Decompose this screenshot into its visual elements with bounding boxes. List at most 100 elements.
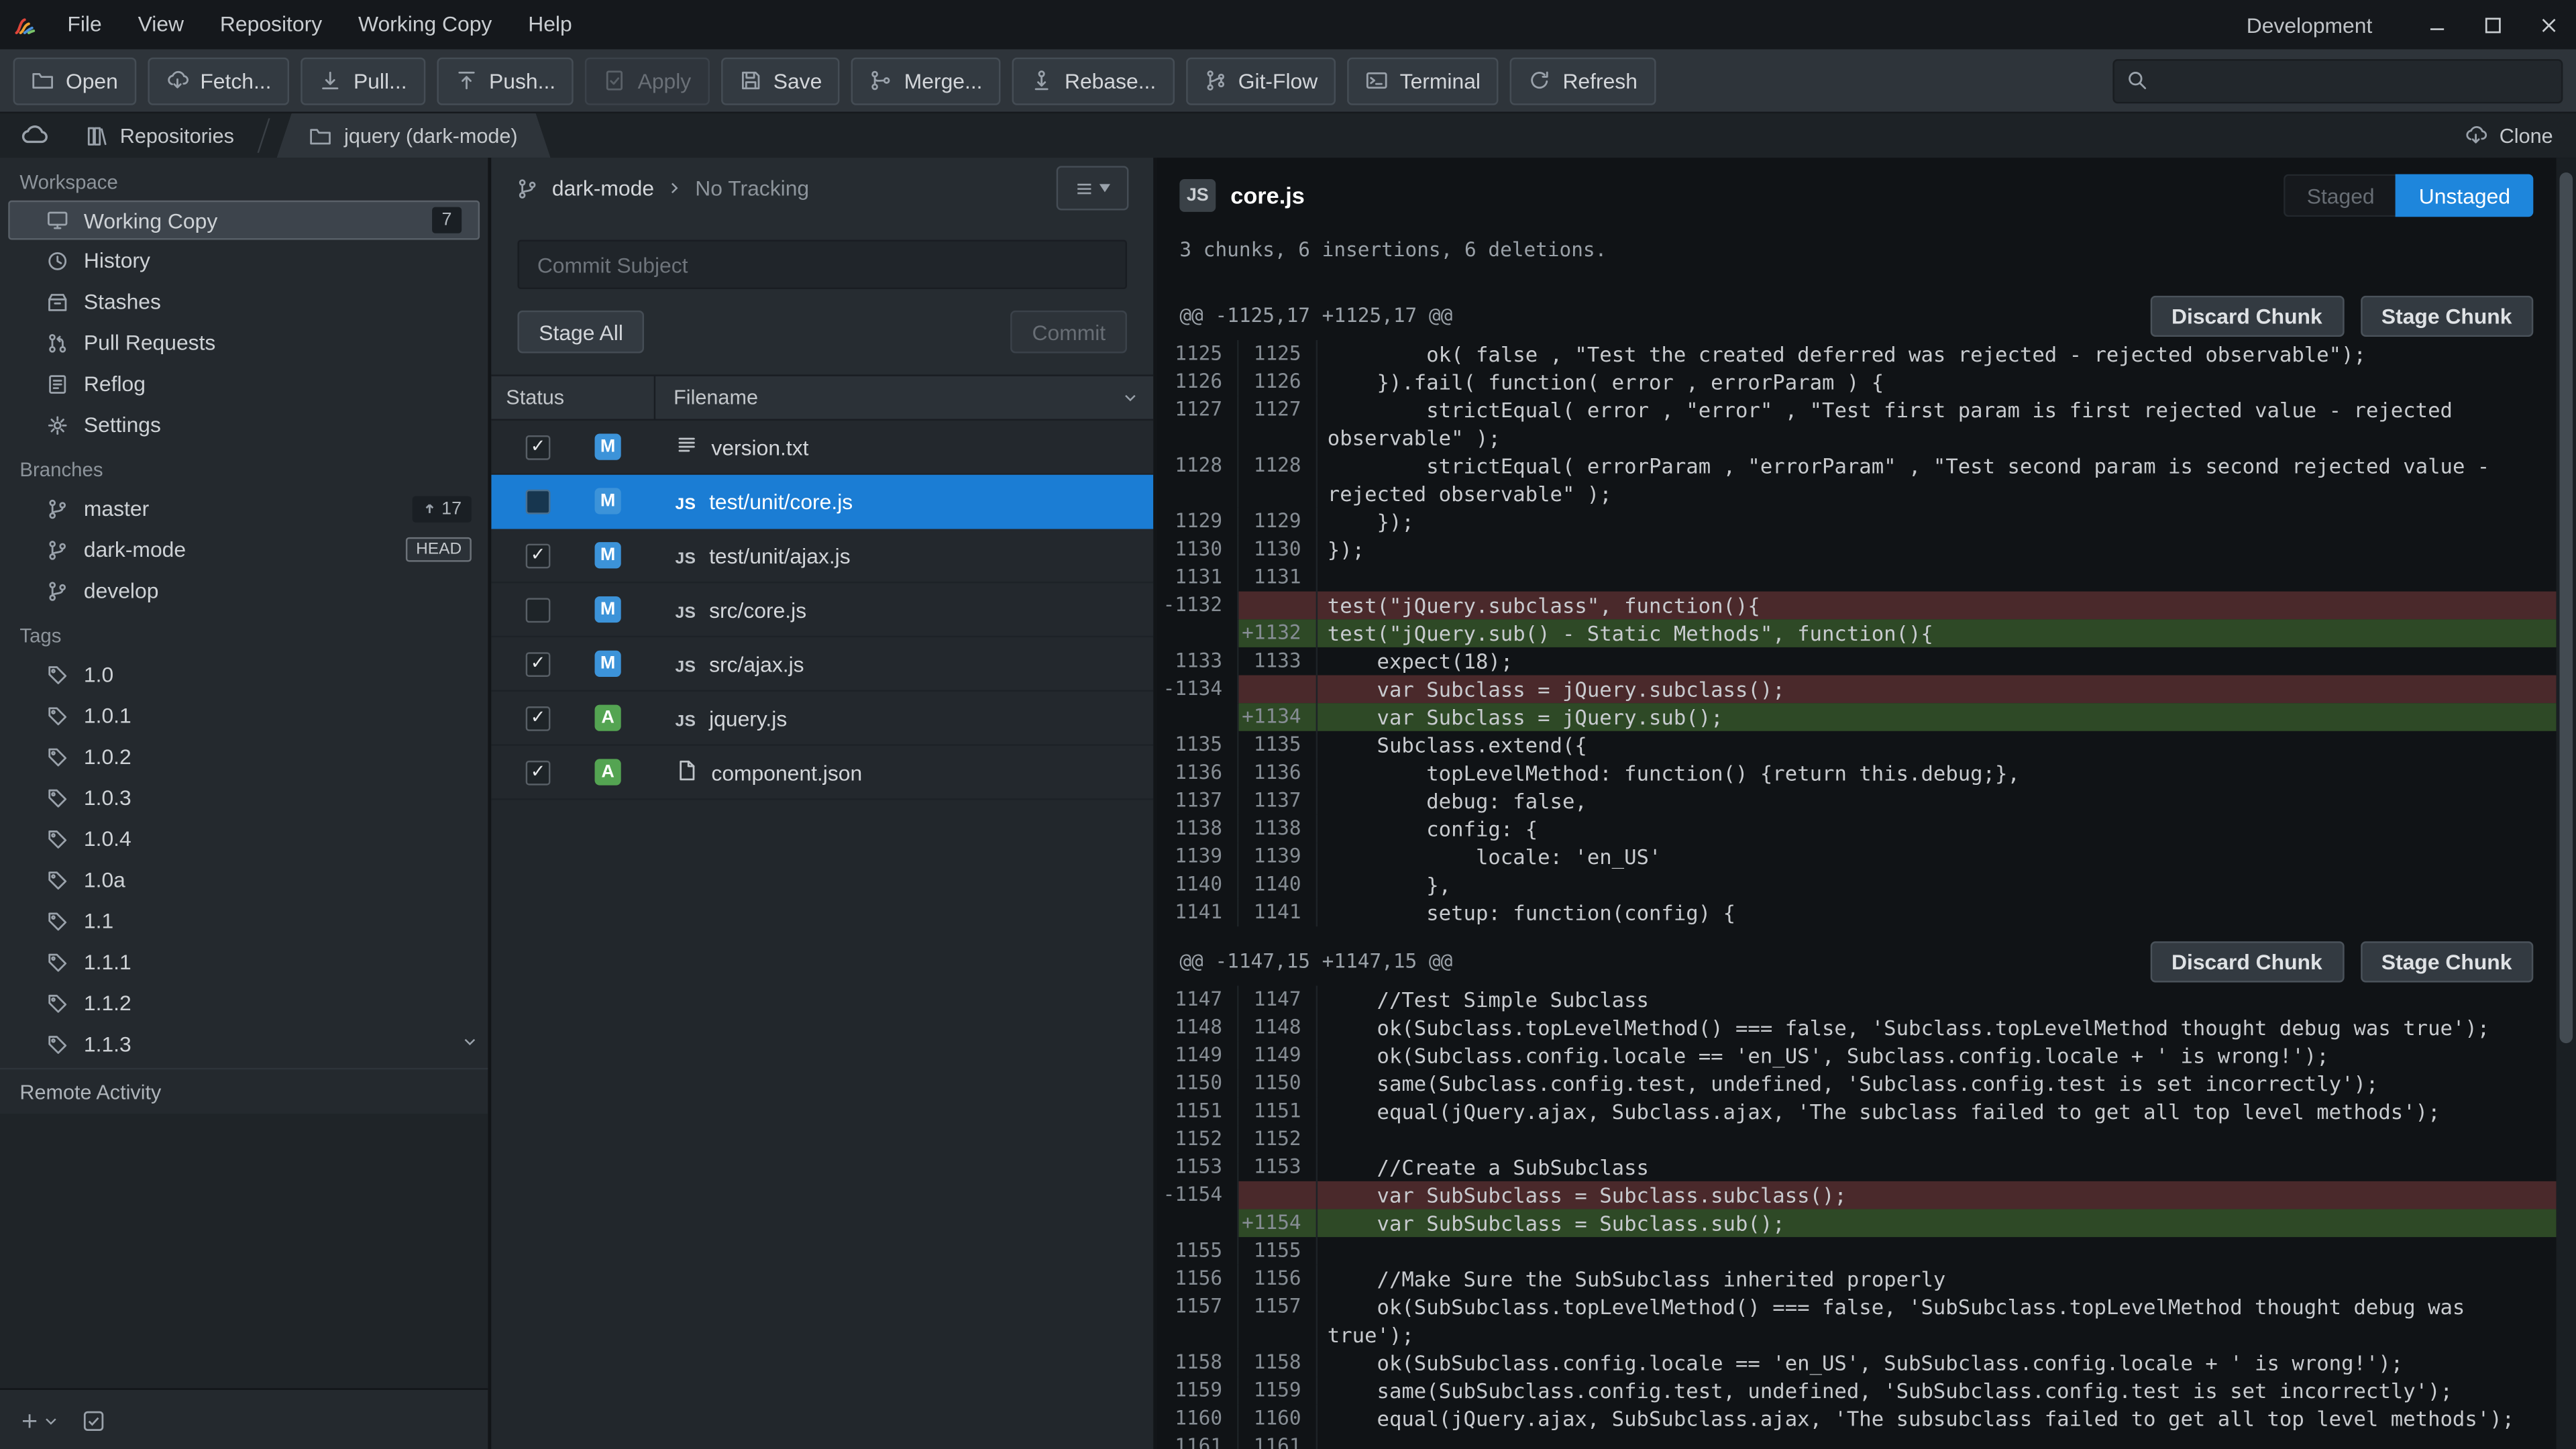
staged-tab[interactable]: Staged	[2284, 174, 2396, 217]
sidebar-item-1-1-1[interactable]: 1.1.1	[0, 941, 488, 982]
file-name: component.json	[711, 760, 862, 785]
toolbar-fetch-button[interactable]: Fetch...	[148, 56, 289, 104]
code-text: config: {	[1318, 815, 2557, 843]
stage-checkbox[interactable]: ✓	[526, 760, 551, 785]
repo-tab-active[interactable]: jquery (dark-mode)	[277, 113, 551, 158]
stage-chunk-button[interactable]: Stage Chunk	[2360, 295, 2533, 336]
old-line-number: 1133	[1157, 647, 1238, 676]
toolbar-terminal-button[interactable]: Terminal	[1347, 56, 1499, 104]
sidebar-item-1-0-3[interactable]: 1.0.3	[0, 777, 488, 818]
toolbar-pull-button[interactable]: Pull...	[301, 56, 425, 104]
close-button[interactable]	[2520, 0, 2576, 49]
stage-checkbox[interactable]: ✓	[526, 651, 551, 676]
sidebar-item-label: Settings	[84, 413, 161, 437]
remote-cloud-button[interactable]	[0, 113, 66, 158]
diff-line: 11291129 });	[1157, 508, 2557, 536]
discard-chunk-button[interactable]: Discard Chunk	[2150, 941, 2343, 981]
diff-scrollbar[interactable]	[2557, 158, 2576, 1449]
toolbar-push-button[interactable]: Push...	[437, 56, 574, 104]
sidebar-item-1-0[interactable]: 1.0	[0, 654, 488, 695]
column-status[interactable]: Status	[491, 376, 655, 419]
toolbar-apply-button[interactable]: Apply	[585, 56, 709, 104]
stage-chunk-button[interactable]: Stage Chunk	[2360, 941, 2533, 981]
file-row-test-unit-ajax-js[interactable]: ✓MJStest/unit/ajax.js	[491, 529, 1153, 584]
sidebar-item-1-1-2[interactable]: 1.1.2	[0, 982, 488, 1023]
file-row-jquery-js[interactable]: ✓AJSjquery.js	[491, 692, 1153, 746]
file-list-options-button[interactable]	[1057, 166, 1129, 210]
sidebar-item-master[interactable]: master17	[0, 488, 488, 529]
columns-chevron-icon[interactable]	[1122, 389, 1138, 405]
old-line-number: 1150	[1157, 1069, 1238, 1097]
sidebar-item-label: dark-mode	[84, 537, 186, 562]
branch-icon	[46, 579, 69, 602]
sidebar-item-develop[interactable]: develop	[0, 570, 488, 611]
sidebar-item-label: Working Copy	[84, 208, 217, 233]
search-input[interactable]	[2159, 66, 2550, 95]
minimize-button[interactable]	[2408, 0, 2464, 49]
code-text	[1318, 564, 2557, 592]
commit-subject-input[interactable]	[534, 250, 1111, 278]
file-row-component-json[interactable]: ✓Acomponent.json	[491, 746, 1153, 800]
menu-file[interactable]: File	[49, 0, 119, 49]
column-filename[interactable]: Filename	[655, 376, 1122, 419]
sidebar-item-working-copy[interactable]: Working Copy7	[8, 201, 480, 240]
stage-checkbox[interactable]: ✓	[526, 543, 551, 568]
file-row-test-unit-core-js[interactable]: MJStest/unit/core.js	[491, 475, 1153, 529]
sidebar-item-stashes[interactable]: Stashes	[0, 281, 488, 322]
unstaged-tab[interactable]: Unstaged	[2396, 174, 2533, 217]
sidebar-item-pull-requests[interactable]: Pull Requests	[0, 322, 488, 363]
sidebar-item-1-1[interactable]: 1.1	[0, 900, 488, 941]
sidebar-item-1-0-2[interactable]: 1.0.2	[0, 736, 488, 777]
sidebar-item-history[interactable]: History	[0, 240, 488, 281]
stage-all-button[interactable]: Stage All	[517, 311, 644, 354]
toolbar-button-label: Merge...	[904, 68, 983, 93]
menu-working-copy[interactable]: Working Copy	[340, 0, 510, 49]
discard-chunk-button[interactable]: Discard Chunk	[2150, 295, 2343, 336]
clone-button[interactable]: Clone	[2442, 113, 2576, 158]
toolbar-button-label: Save	[773, 68, 822, 93]
diff-line: 11591159 same(SubSubclass.config.test, u…	[1157, 1377, 2557, 1405]
toolbar-save-button[interactable]: Save	[720, 56, 840, 104]
js-file-icon: JS	[676, 706, 696, 731]
sidebar-item-1-0-4[interactable]: 1.0.4	[0, 818, 488, 859]
file-row-src-core-js[interactable]: MJSsrc/core.js	[491, 583, 1153, 637]
menu-view[interactable]: View	[120, 0, 202, 49]
sidebar-item-1-0-1[interactable]: 1.0.1	[0, 695, 488, 736]
toolbar-button-label: Refresh	[1562, 68, 1638, 93]
toolbar-open-button[interactable]: Open	[13, 56, 136, 104]
menu-help[interactable]: Help	[510, 0, 590, 49]
commit-subject-field[interactable]	[517, 240, 1127, 289]
add-button[interactable]	[19, 1410, 59, 1430]
maximize-button[interactable]	[2464, 0, 2520, 49]
search-box[interactable]	[2112, 58, 2563, 103]
file-row-src-ajax-js[interactable]: ✓MJSsrc/ajax.js	[491, 637, 1153, 692]
repositories-tab[interactable]: Repositories	[66, 113, 254, 158]
sidebar-item-dark-mode[interactable]: dark-modeHEAD	[0, 529, 488, 570]
old-line-number: 1148	[1157, 1014, 1238, 1042]
sidebar-item-1-1-3[interactable]: 1.1.3	[0, 1024, 488, 1065]
stage-checkbox[interactable]: ✓	[526, 706, 551, 731]
sidebar-item-settings[interactable]: Settings	[0, 404, 488, 445]
tags-scroll-down-icon[interactable]	[462, 1033, 478, 1049]
toolbar-merge-button[interactable]: Merge...	[851, 56, 1000, 104]
new-line-number: 1156	[1239, 1265, 1318, 1293]
stage-checkbox[interactable]	[526, 597, 551, 622]
old-line-number: -1154	[1157, 1181, 1238, 1210]
toolbar-refresh-button[interactable]: Refresh	[1510, 56, 1656, 104]
stage-checkbox[interactable]: ✓	[526, 435, 551, 460]
show-checkboxes-toggle[interactable]	[82, 1409, 105, 1432]
scrollbar-thumb[interactable]	[2560, 172, 2573, 1043]
stage-checkbox[interactable]	[526, 489, 551, 514]
menu-repository[interactable]: Repository	[202, 0, 340, 49]
sidebar-item-reflog[interactable]: Reflog	[0, 363, 488, 404]
repositories-label: Repositories	[120, 124, 234, 147]
commit-button[interactable]: Commit	[1011, 311, 1127, 354]
new-line-number: 1130	[1239, 535, 1318, 564]
sidebar-item-label: 1.1.3	[84, 1032, 131, 1057]
sidebar-item-1-0a[interactable]: 1.0a	[0, 859, 488, 900]
code-text: var Subclass = jQuery.subclass();	[1318, 676, 2557, 704]
new-line-number	[1239, 676, 1318, 704]
toolbar-rebase-button[interactable]: Rebase...	[1012, 56, 1175, 104]
file-row-version-txt[interactable]: ✓Mversion.txt	[491, 421, 1153, 475]
toolbar-git-flow-button[interactable]: Git-Flow	[1185, 56, 1336, 104]
